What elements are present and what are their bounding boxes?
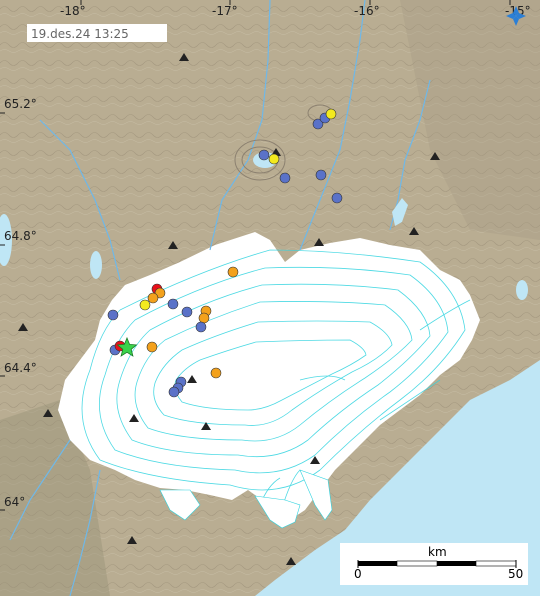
lat-label: 65.2° xyxy=(4,97,37,111)
timestamp: 19.des.24 13:25 xyxy=(31,27,129,41)
quake-marker xyxy=(279,172,291,184)
scale-max-label: 50 xyxy=(508,567,523,581)
quake-marker xyxy=(167,298,179,310)
quake-marker xyxy=(195,321,207,333)
quake-marker xyxy=(168,386,180,398)
quake-marker xyxy=(315,169,327,181)
quake-marker xyxy=(331,192,343,204)
quake-marker xyxy=(107,309,119,321)
scale-min-label: 0 xyxy=(354,567,362,581)
quake-marker xyxy=(146,341,158,353)
lat-label: 64.8° xyxy=(4,229,37,243)
lat-label: 64.4° xyxy=(4,361,37,375)
lon-label: -16° xyxy=(354,4,380,18)
quake-marker xyxy=(258,149,270,161)
quake-marker xyxy=(227,266,239,278)
quake-marker xyxy=(210,367,222,379)
quake-marker xyxy=(147,292,159,304)
quake-marker xyxy=(268,153,280,165)
scale-unit: km xyxy=(428,545,447,559)
quake-marker xyxy=(325,108,337,120)
quake-marker xyxy=(198,312,210,324)
lat-label: 64° xyxy=(4,495,25,509)
earthquake-map: -18° -17° -16° -15° 65.2° 64.8° 64.4° 64… xyxy=(0,0,540,596)
quake-marker xyxy=(181,306,193,318)
quake-marker xyxy=(139,299,151,311)
lon-label: -18° xyxy=(60,4,86,18)
lon-label: -17° xyxy=(212,4,238,18)
scale-bar: km 0 50 xyxy=(340,543,528,585)
